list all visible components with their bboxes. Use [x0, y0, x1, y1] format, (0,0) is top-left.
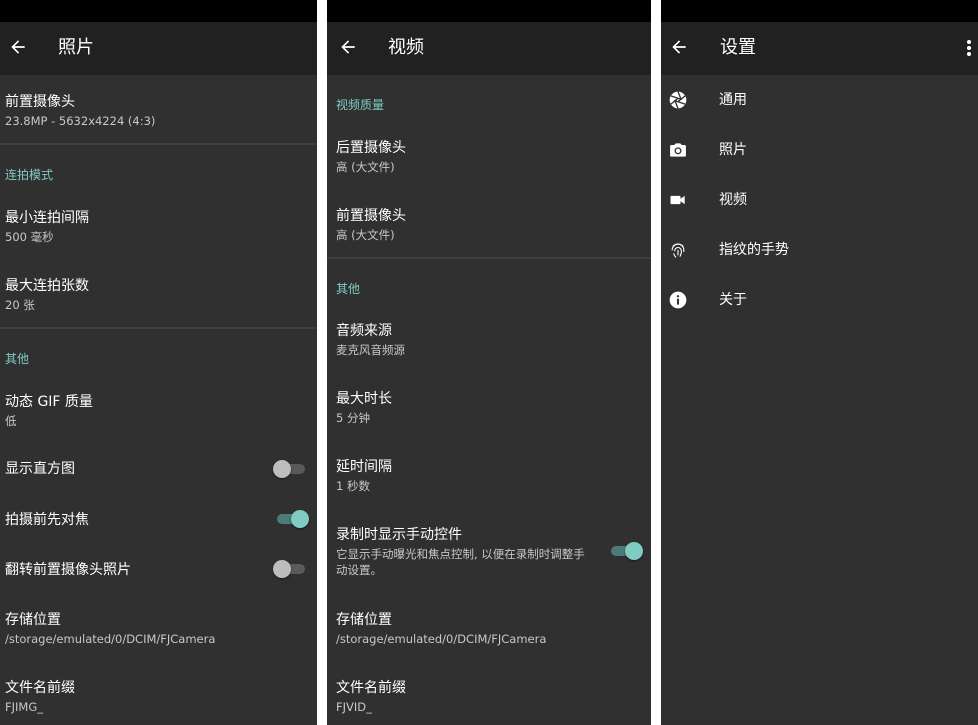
focus-before-capture-toggle[interactable] — [273, 508, 309, 528]
camera-icon — [670, 143, 686, 157]
back-arrow-icon[interactable] — [338, 37, 358, 57]
app-bar: 视频 — [327, 22, 651, 75]
section-header-burst: 连拍模式 — [5, 168, 54, 182]
back-arrow-icon[interactable] — [669, 37, 689, 57]
menu-item-photo[interactable]: 照片 — [661, 132, 978, 168]
menu-item-general[interactable]: 通用 — [661, 82, 978, 118]
divider — [327, 257, 651, 259]
more-options-icon[interactable] — [966, 39, 972, 57]
section-header-other: 其他 — [5, 352, 30, 366]
aperture-icon — [669, 91, 687, 109]
page-title: 照片 — [58, 37, 94, 58]
status-bar — [327, 0, 651, 22]
app-bar: 设置 — [661, 22, 978, 75]
videocam-icon — [670, 195, 685, 205]
section-header-video-quality: 视频质量 — [336, 98, 385, 112]
fingerprint-icon — [671, 243, 685, 258]
photo-settings-screen: 照片 前置摄像头 23.8MP - 5632x4224 (4:3) 连拍模式 最… — [0, 0, 317, 725]
page-title: 设置 — [720, 37, 756, 58]
manual-controls-toggle[interactable] — [607, 540, 643, 560]
video-settings-screen: 视频 视频质量 后置摄像头 高 (大文件) 前置摄像头 高 (大文件) 其他 音… — [327, 0, 651, 725]
app-bar: 照片 — [0, 22, 317, 75]
settings-menu-screen: 设置 通用 照片 视频 指纹的手势 关于 — [661, 0, 978, 725]
menu-item-video[interactable]: 视频 — [661, 182, 978, 218]
info-icon — [669, 291, 687, 309]
divider — [0, 143, 317, 145]
show-histogram-toggle[interactable] — [273, 458, 309, 478]
back-arrow-icon[interactable] — [8, 37, 28, 57]
divider — [0, 327, 317, 329]
menu-item-about[interactable]: 关于 — [661, 282, 978, 318]
menu-item-fingerprint[interactable]: 指纹的手势 — [661, 232, 978, 268]
flip-front-photo-toggle[interactable] — [273, 558, 309, 578]
section-header-other: 其他 — [336, 282, 361, 296]
status-bar — [0, 0, 317, 22]
status-bar — [661, 0, 978, 22]
page-title: 视频 — [388, 37, 424, 58]
